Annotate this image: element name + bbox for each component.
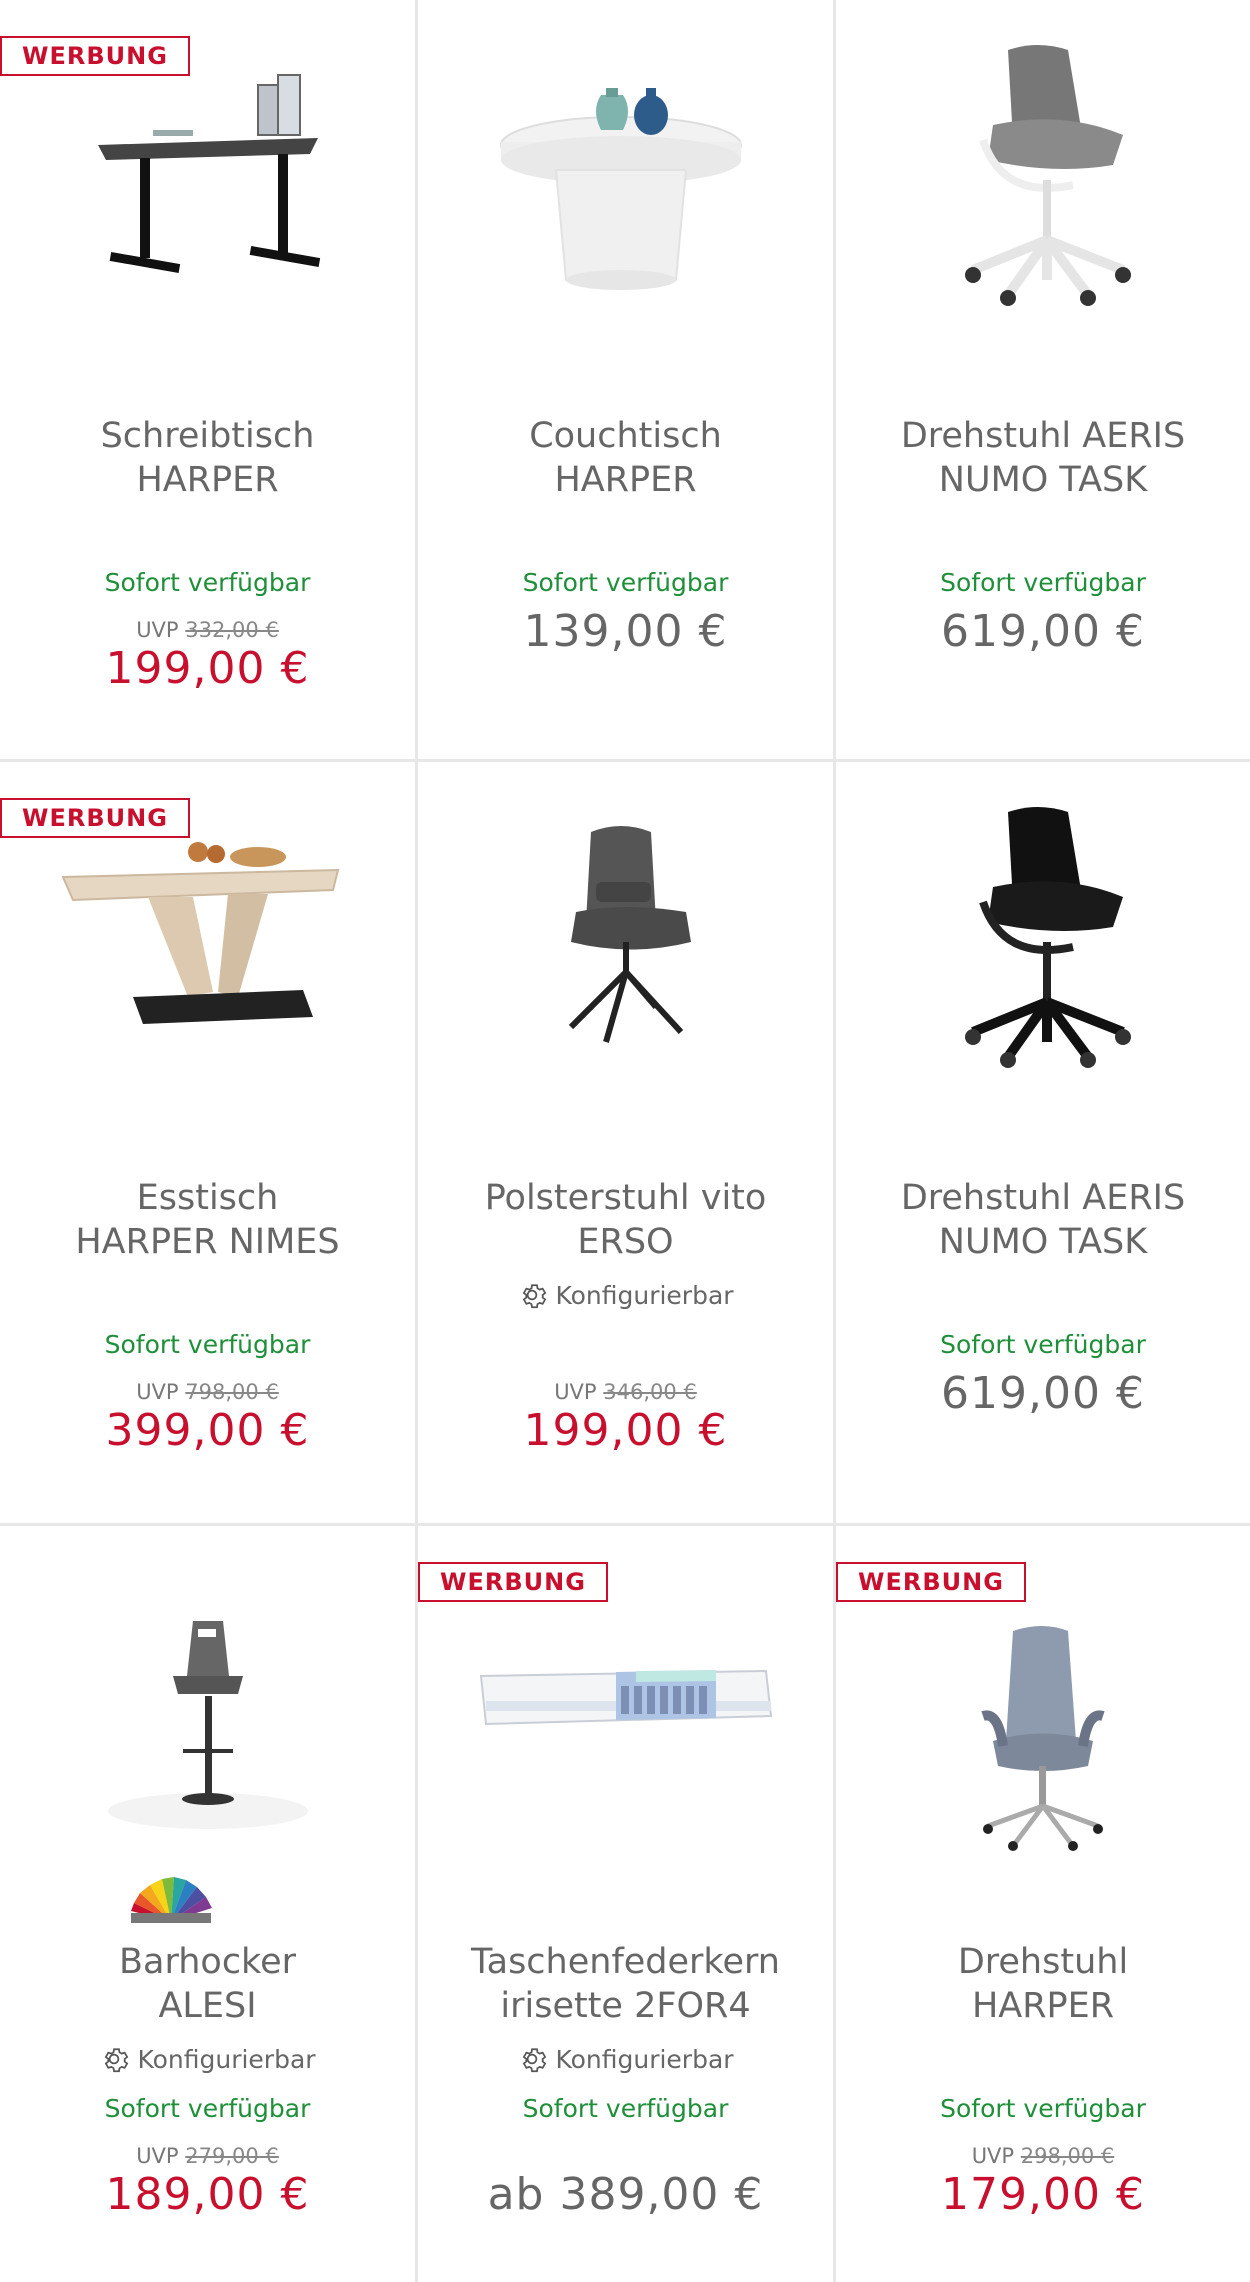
- product-title[interactable]: Esstisch HARPER NIMES: [20, 1176, 395, 1264]
- uvp-price: UVP 346,00 €: [554, 1380, 697, 1404]
- product-title[interactable]: Drehstuhl AERIS NUMO TASK: [856, 414, 1230, 502]
- product-card[interactable]: Couchtisch HARPER Sofort verfügbar 139,0…: [418, 0, 836, 762]
- availability-label: Sofort verfügbar: [104, 1330, 311, 1359]
- product-card[interactable]: Drehstuhl AERIS NUMO TASK Sofort verfügb…: [836, 762, 1250, 1526]
- product-price: 189,00 €: [105, 2169, 310, 2220]
- gear-icon: [523, 1284, 547, 1309]
- product-title[interactable]: Couchtisch HARPER: [438, 414, 813, 502]
- product-title[interactable]: Drehstuhl HARPER: [856, 1940, 1230, 2028]
- product-grid: WERBUNG Schreibtisch HARPER Sofort verfü…: [0, 0, 1250, 2282]
- color-palette-icon: [131, 1877, 212, 1923]
- konfigurierbar-label: Konfigurierbar: [418, 2044, 833, 2074]
- product-title[interactable]: Taschenfederkern irisette 2FOR4: [438, 1940, 813, 2028]
- availability-label: Sofort verfügbar: [940, 568, 1146, 597]
- product-price: 399,00 €: [105, 1405, 310, 1456]
- werbung-badge: WERBUNG: [418, 1562, 608, 1602]
- availability-label: Sofort verfügbar: [522, 2094, 729, 2123]
- product-card[interactable]: WERBUNG Schreibtisch HARPER Sofort verfü…: [0, 0, 418, 762]
- konfigurierbar-label: Konfigurierbar: [418, 1280, 833, 1310]
- konfigurierbar-label: Konfigurierbar: [0, 2044, 415, 2074]
- product-card[interactable]: Barhocker ALESI Konfigurierbar Sofort ve…: [0, 1526, 418, 2282]
- product-title[interactable]: Drehstuhl AERIS NUMO TASK: [856, 1176, 1230, 1264]
- availability-label: Sofort verfügbar: [104, 568, 311, 597]
- product-image[interactable]: [0, 1566, 415, 1866]
- gear-icon: [523, 2048, 547, 2073]
- werbung-badge: WERBUNG: [836, 1562, 1026, 1602]
- availability-label: Sofort verfügbar: [940, 1330, 1146, 1359]
- product-image[interactable]: [418, 782, 833, 1082]
- product-title[interactable]: Barhocker ALESI: [20, 1940, 395, 2028]
- product-card[interactable]: WERBUNG Taschenfederkern irisette 2FOR4: [418, 1526, 836, 2282]
- product-price: 619,00 €: [941, 1368, 1145, 1419]
- product-image[interactable]: [836, 20, 1250, 320]
- availability-label: Sofort verfügbar: [104, 2094, 311, 2123]
- product-card[interactable]: WERBUNG Esstisch HARPER NIMES Sofort ver…: [0, 762, 418, 1526]
- product-card[interactable]: Polsterstuhl vito ERSO Konfigurierbar UV…: [418, 762, 836, 1526]
- product-card[interactable]: WERBUNG Drehstuhl HARPER Sofort verfügba…: [836, 1526, 1250, 2282]
- product-image[interactable]: [836, 782, 1250, 1082]
- product-price: 199,00 €: [105, 643, 310, 694]
- uvp-price: UVP 332,00 €: [136, 618, 279, 642]
- product-title[interactable]: Polsterstuhl vito ERSO: [438, 1176, 813, 1264]
- werbung-badge: WERBUNG: [0, 798, 190, 838]
- product-card[interactable]: Drehstuhl AERIS NUMO TASK Sofort verfügb…: [836, 0, 1250, 762]
- product-title[interactable]: Schreibtisch HARPER: [20, 414, 395, 502]
- product-price: ab 389,00 €: [487, 2169, 764, 2220]
- product-price: 139,00 €: [523, 606, 728, 657]
- availability-label: Sofort verfügbar: [940, 2094, 1146, 2123]
- gear-icon: [105, 2048, 129, 2073]
- product-price: 199,00 €: [523, 1405, 728, 1456]
- uvp-price: UVP 279,00 €: [136, 2144, 279, 2168]
- werbung-badge: WERBUNG: [0, 36, 190, 76]
- availability-label: Sofort verfügbar: [522, 568, 729, 597]
- uvp-price: UVP 298,00 €: [971, 2144, 1115, 2168]
- uvp-price: UVP 798,00 €: [136, 1380, 279, 1404]
- product-price: 179,00 €: [941, 2169, 1145, 2220]
- product-image[interactable]: [418, 20, 833, 320]
- product-price: 619,00 €: [941, 606, 1145, 657]
- product-image[interactable]: [836, 1586, 1250, 1886]
